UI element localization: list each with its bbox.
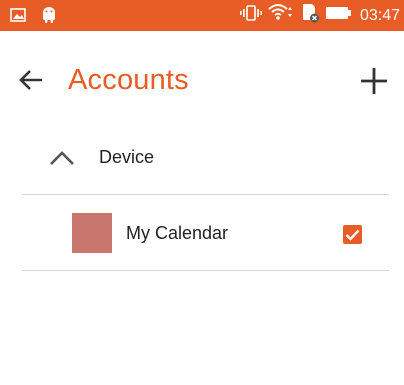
group-header-device[interactable]: Device	[22, 128, 389, 194]
arrow-back-icon	[19, 70, 42, 90]
add-account-button[interactable]	[354, 61, 394, 101]
vibrate-icon	[239, 4, 262, 27]
accounts-screen: 03:47 Accounts Device My Calendar	[0, 0, 404, 385]
plus-icon	[361, 68, 387, 94]
checkmark-icon	[345, 229, 360, 241]
back-button[interactable]	[14, 63, 48, 97]
status-time: 03:47	[359, 6, 400, 24]
wifi-icon	[268, 3, 294, 28]
status-bar: 03:47	[0, 0, 404, 31]
calendar-name: My Calendar	[126, 223, 229, 243]
calendar-color-swatch	[72, 213, 112, 253]
group-label: Device	[99, 147, 155, 167]
divider	[22, 270, 389, 271]
android-icon	[42, 6, 56, 29]
app-toolbar: Accounts	[0, 31, 404, 129]
image-icon	[10, 7, 26, 28]
status-left-icons	[10, 6, 56, 26]
battery-icon	[325, 6, 352, 25]
page-title: Accounts	[68, 64, 189, 96]
sd-card-icon	[300, 3, 320, 28]
calendar-visible-checkbox[interactable]	[343, 225, 362, 244]
calendar-row-my-calendar[interactable]: My Calendar	[22, 195, 389, 270]
status-right-icons: 03:47	[239, 0, 400, 31]
chevron-up-icon	[50, 151, 74, 165]
